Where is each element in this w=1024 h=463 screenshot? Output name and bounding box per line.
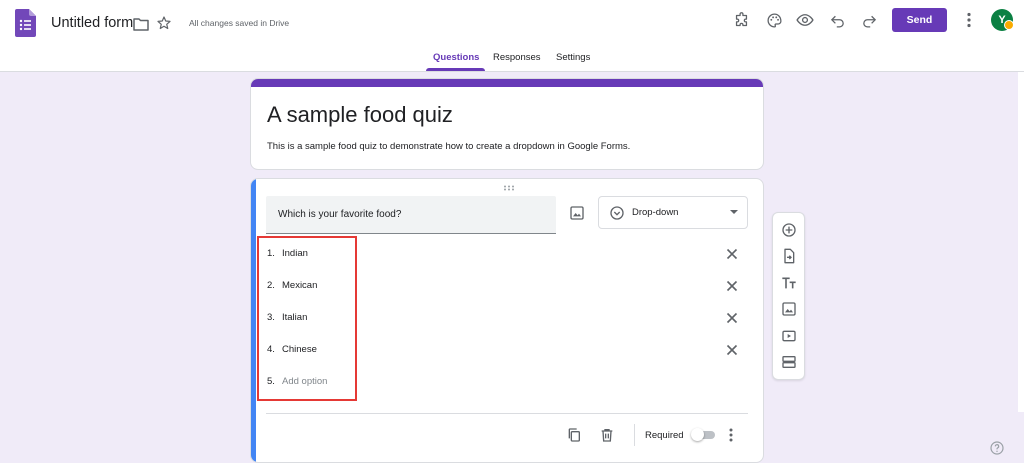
add-title-icon[interactable] — [781, 275, 797, 291]
scrollbar[interactable] — [1018, 72, 1024, 412]
warning-badge-icon — [1004, 20, 1014, 30]
active-card-indicator — [251, 179, 256, 462]
addon-puzzle-icon[interactable] — [731, 10, 751, 30]
close-icon[interactable] — [724, 246, 740, 262]
add-image-icon[interactable] — [569, 205, 585, 221]
form-title-card[interactable]: A sample food quiz This is a sample food… — [250, 78, 764, 170]
add-section-icon[interactable] — [781, 354, 797, 370]
delete-icon[interactable] — [599, 427, 615, 443]
tab-responses[interactable]: Responses — [493, 52, 541, 63]
close-icon[interactable] — [724, 310, 740, 326]
send-button[interactable]: Send — [892, 8, 947, 32]
add-video-icon[interactable] — [781, 328, 797, 344]
more-vert-icon[interactable] — [959, 10, 979, 30]
required-toggle[interactable] — [691, 428, 715, 441]
required-label: Required — [645, 430, 684, 441]
help-icon[interactable] — [989, 440, 1005, 456]
tab-settings[interactable]: Settings — [556, 52, 590, 63]
form-title[interactable]: Untitled form — [51, 15, 133, 31]
footer-divider — [634, 424, 635, 446]
options-highlight-box — [257, 236, 357, 401]
preview-eye-icon[interactable] — [795, 10, 815, 30]
close-icon[interactable] — [724, 342, 740, 358]
palette-icon[interactable] — [764, 10, 784, 30]
form-heading[interactable]: A sample food quiz — [267, 102, 453, 128]
import-questions-icon[interactable] — [781, 248, 797, 264]
more-vert-icon[interactable] — [723, 427, 739, 443]
question-type-select[interactable]: Drop-down — [598, 196, 748, 229]
duplicate-icon[interactable] — [566, 427, 582, 443]
folder-icon[interactable] — [131, 14, 151, 34]
redo-icon[interactable] — [859, 10, 879, 30]
close-icon[interactable] — [724, 278, 740, 294]
card-divider — [266, 413, 748, 414]
tab-questions[interactable]: Questions — [433, 52, 479, 63]
star-icon[interactable] — [154, 13, 174, 33]
top-app-bar: Untitled form All changes saved in Drive… — [0, 0, 1024, 72]
question-text: Which is your favorite food? — [278, 209, 402, 220]
undo-icon[interactable] — [827, 10, 847, 30]
question-title-input[interactable]: Which is your favorite food? — [266, 196, 556, 234]
add-image-icon[interactable] — [781, 301, 797, 317]
floating-toolbar — [772, 212, 805, 380]
save-status: All changes saved in Drive — [189, 18, 290, 28]
caret-down-icon — [730, 210, 738, 214]
add-question-icon[interactable] — [781, 222, 797, 238]
dropdown-circle-icon — [609, 205, 625, 221]
toggle-thumb — [691, 428, 704, 441]
question-type-label: Drop-down — [632, 207, 679, 218]
question-card[interactable]: Which is your favorite food? Drop-down 1… — [250, 178, 764, 463]
drag-handle-icon[interactable] — [503, 183, 515, 193]
forms-logo-icon[interactable] — [15, 9, 36, 37]
active-tab-indicator — [426, 68, 485, 71]
theme-color-bar — [251, 79, 763, 87]
form-description[interactable]: This is a sample food quiz to demonstrat… — [267, 141, 630, 152]
